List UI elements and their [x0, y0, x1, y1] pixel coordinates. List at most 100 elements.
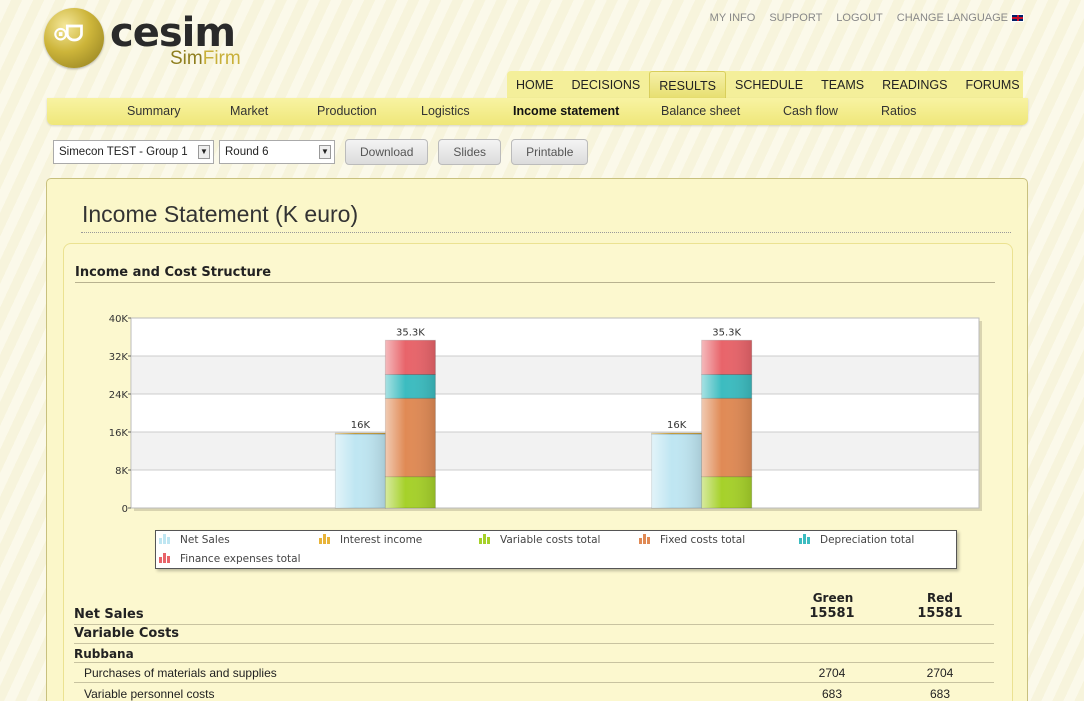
globe-emblem-icon: ⊙ᗜ: [44, 8, 104, 68]
logout-link[interactable]: LOGOUT: [836, 12, 882, 24]
row-value-green: 683: [821, 687, 843, 701]
legend-label: Interest income: [340, 534, 423, 546]
bar-highlight: [385, 476, 436, 508]
region-label: Rubbana: [74, 647, 134, 661]
bar-highlight: [385, 374, 436, 399]
legend-item: Interest income: [319, 533, 422, 547]
grid-band: [132, 356, 978, 394]
section-title: Income and Cost Structure: [75, 265, 272, 280]
row-value-red: 2704: [926, 666, 954, 680]
data-label: 35.3K: [712, 327, 741, 338]
toolbar: Simecon TEST - Group 1 ▼ Round 6 ▼ Downl…: [53, 139, 589, 165]
legend-bar-icon: [159, 534, 170, 544]
tab-cash-flow[interactable]: Cash flow: [783, 98, 881, 125]
title-divider: [81, 232, 1011, 233]
nav-decisions[interactable]: DECISIONS: [563, 71, 650, 99]
support-link[interactable]: SUPPORT: [769, 12, 822, 24]
tab-ratios[interactable]: Ratios: [881, 98, 941, 125]
tab-income-statement[interactable]: Income statement: [513, 98, 661, 125]
row-value-green: 2704: [818, 666, 846, 680]
tab-balance-sheet[interactable]: Balance sheet: [661, 98, 783, 125]
legend-bar-icon: [639, 534, 650, 544]
results-sub-nav: Summary Market Production Logistics Inco…: [47, 98, 1028, 125]
table-row: Purchases of materials and supplies 2704…: [74, 663, 994, 683]
top-links: MY INFO SUPPORT LOGOUT CHANGE LANGUAGE: [710, 12, 1024, 24]
tab-production[interactable]: Production: [317, 98, 421, 125]
plot-area: [130, 317, 980, 509]
y-tick-label: 0: [122, 504, 128, 515]
bar-highlight: [335, 433, 386, 508]
dropdown-arrow-icon: ▼: [198, 145, 210, 159]
product-name: SimFirm: [170, 48, 241, 69]
column-header-red: Red: [927, 591, 953, 605]
grid-band: [132, 432, 978, 470]
legend-bar-icon: [479, 534, 490, 544]
bar-highlight: [651, 433, 702, 434]
legend-label: Net Sales: [180, 534, 230, 546]
data-label: 16K: [351, 420, 371, 431]
main-nav: HOME DECISIONS RESULTS SCHEDULE TEAMS RE…: [507, 71, 1023, 99]
legend-item: Finance expenses total: [159, 552, 301, 566]
printable-button[interactable]: Printable: [511, 139, 589, 165]
legend-item: Depreciation total: [799, 533, 914, 547]
row-label: Purchases of materials and supplies: [84, 666, 277, 680]
tab-logistics[interactable]: Logistics: [421, 98, 513, 125]
change-language-link[interactable]: CHANGE LANGUAGE: [897, 12, 1024, 24]
legend-label: Depreciation total: [820, 534, 915, 546]
bar-highlight: [335, 433, 386, 434]
cesim-logo[interactable]: ⊙ᗜ cesim SimFirm: [44, 8, 264, 70]
y-tick-label: 24K: [109, 390, 129, 401]
section-divider: [75, 282, 995, 283]
nav-results[interactable]: RESULTS: [649, 71, 726, 99]
legend-item: Net Sales: [159, 533, 230, 547]
region-row: Rubbana: [74, 644, 994, 663]
download-button[interactable]: Download: [345, 139, 429, 165]
chart-legend: Net Sales Interest income Variable costs t…: [155, 530, 957, 569]
bar-highlight: [385, 398, 436, 477]
net-sales-green: 15581: [809, 606, 855, 621]
bar-highlight: [701, 476, 752, 508]
slides-button[interactable]: Slides: [438, 139, 502, 165]
bar-highlight: [701, 398, 752, 477]
bar-highlight: [701, 340, 752, 375]
nav-schedule[interactable]: SCHEDULE: [726, 71, 812, 99]
legend-bar-icon: [799, 534, 810, 544]
legend-bar-icon: [159, 553, 170, 563]
legend-label: Variable costs total: [500, 534, 601, 546]
tab-market[interactable]: Market: [230, 98, 317, 125]
nav-home[interactable]: HOME: [507, 71, 563, 99]
bar-highlight: [651, 433, 702, 508]
nav-readings[interactable]: READINGS: [873, 71, 956, 99]
legend-bar-icon: [319, 534, 330, 544]
emblem-glyph: ⊙ᗜ: [54, 22, 83, 47]
my-info-link[interactable]: MY INFO: [710, 12, 756, 24]
row-value-red: 683: [929, 687, 951, 701]
net-sales-red: 15581: [917, 606, 963, 621]
round-select[interactable]: Round 6 ▼: [219, 140, 335, 164]
net-sales-label: Net Sales: [74, 607, 144, 622]
table-row: Variable personnel costs 683 683: [74, 683, 994, 701]
legend-label: Fixed costs total: [660, 534, 746, 546]
page-title: Income Statement (K euro): [82, 201, 359, 227]
variable-costs-row: Variable Costs: [74, 625, 994, 644]
y-tick-label: 16K: [109, 428, 129, 439]
round-select-value: Round 6: [225, 146, 269, 158]
data-label: 16K: [667, 420, 687, 431]
y-tick-label: 8K: [115, 466, 128, 477]
legend-item: Fixed costs total: [639, 533, 745, 547]
bar-highlight: [701, 374, 752, 399]
y-tick-label: 40K: [109, 314, 129, 325]
income-cost-chart: 0 8K 16K 24K 32K 40K 16K 35.3K 16K 35.3K: [109, 314, 982, 515]
legend-item: Variable costs total: [479, 533, 600, 547]
tab-summary[interactable]: Summary: [127, 98, 230, 125]
nav-teams[interactable]: TEAMS: [812, 71, 873, 99]
uk-flag-icon: [1011, 14, 1024, 23]
dropdown-arrow-icon: ▼: [319, 145, 331, 159]
nav-forums[interactable]: FORUMS: [956, 71, 1028, 99]
group-select[interactable]: Simecon TEST - Group 1 ▼: [53, 140, 214, 164]
y-tick-label: 32K: [109, 352, 129, 363]
bar-highlight: [385, 340, 436, 375]
row-label: Variable personnel costs: [84, 687, 215, 701]
net-sales-row: Net Sales 15581 15581: [74, 606, 994, 625]
data-label: 35.3K: [396, 327, 425, 338]
